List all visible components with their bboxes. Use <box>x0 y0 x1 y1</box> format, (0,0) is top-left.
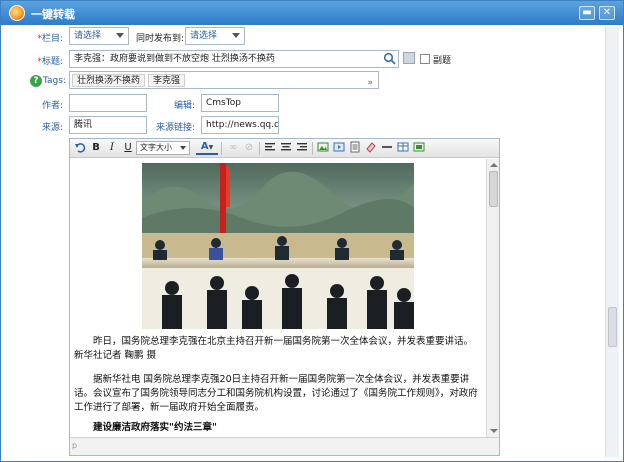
publish-to-select[interactable]: 请选择 <box>185 27 245 45</box>
element-path: p <box>72 441 78 450</box>
source-link-input-value: http://news.qq.com <box>206 120 279 130</box>
horizontal-rule-icon[interactable] <box>380 141 394 155</box>
undo-icon[interactable] <box>73 141 87 155</box>
subtitle-label: 副题 <box>433 56 452 66</box>
tag-chip[interactable]: 李克强 <box>148 74 186 87</box>
editor-input-value: CmsTop <box>206 98 241 108</box>
toolbar-divider <box>259 142 260 155</box>
bold-button[interactable]: B <box>89 141 103 155</box>
toolbar-divider <box>221 142 222 155</box>
source-label: 来源: <box>41 123 63 133</box>
font-size-select-value: 文字大小 <box>140 143 172 152</box>
title-bar[interactable]: 一键转载 ▬ ✕ <box>1 1 623 25</box>
author-label: 作者: <box>41 101 63 111</box>
italic-button[interactable]: I <box>105 141 119 155</box>
article-subheading: 建设廉洁政府落实"约法三章" <box>93 422 217 433</box>
font-size-select[interactable]: 文字大小 <box>136 141 190 155</box>
link-icon[interactable]: ∞ <box>226 141 240 155</box>
editor-content[interactable]: 昨日，国务院总理李克强在北京主持召开新一届国务院第一次全体会议，并发表重要讲话。… <box>70 159 486 437</box>
source-input[interactable]: 腾讯 <box>69 116 147 134</box>
title-label-text: 标题: <box>41 57 63 67</box>
chevron-down-icon <box>116 33 124 38</box>
search-icon[interactable] <box>383 52 396 65</box>
scroll-thumb[interactable] <box>489 171 498 207</box>
scroll-thumb[interactable] <box>608 307 617 347</box>
article-paragraph: 据新华社电 国务院总理李克强20日主持召开新一届国务院第一次全体会议，并发表重要… <box>74 374 478 413</box>
window-title: 一键转载 <box>31 8 75 21</box>
article-photo <box>142 163 414 329</box>
source-code-icon[interactable] <box>412 141 426 155</box>
table-icon[interactable] <box>396 141 410 155</box>
toolbar-divider <box>312 142 313 155</box>
column-select[interactable]: 请选择 <box>69 27 129 45</box>
help-icon[interactable]: ? <box>30 75 42 87</box>
editor-toolbar: B I U 文字大小 A▼ ∞ ⊘ <box>70 139 499 158</box>
editor-scrollbar[interactable] <box>486 159 499 437</box>
column-select-value: 请选择 <box>74 31 102 41</box>
close-icon[interactable]: ✕ <box>599 6 615 20</box>
eraser-icon[interactable] <box>364 141 378 155</box>
publish-to-label: 同时发布到: <box>136 34 185 44</box>
chevron-down-icon <box>180 146 186 150</box>
source-link-label: 来源链接: <box>155 123 195 133</box>
color-swatch[interactable] <box>403 52 415 64</box>
expand-chevron-icon[interactable]: » <box>367 75 373 88</box>
source-input-value: 腾讯 <box>74 120 93 130</box>
title-label: *标题: <box>11 54 63 67</box>
media-icon[interactable] <box>332 141 346 155</box>
title-input-value: 李克强：政府要说到做到不放空炮 壮烈换汤不换药 <box>74 54 275 64</box>
align-right-icon[interactable] <box>295 141 309 155</box>
scroll-up-icon[interactable] <box>490 163 498 167</box>
author-input[interactable] <box>69 94 147 112</box>
tags-label: Tags: <box>43 76 66 86</box>
underline-button[interactable]: U <box>121 141 135 155</box>
app-logo-icon <box>9 5 25 21</box>
chevron-down-icon <box>232 33 240 38</box>
source-link-input[interactable]: http://news.qq.com <box>201 116 279 134</box>
photo-caption: 昨日，国务院总理李克强在北京主持召开新一届国务院第一次全体会议，并发表重要讲话。… <box>74 336 474 361</box>
repost-dialog: 一键转载 ▬ ✕ *栏目: 请选择 同时发布到: 请选择 *标题: 李克强：政府… <box>0 0 624 462</box>
minimize-icon[interactable]: ▬ <box>579 6 595 20</box>
dialog-scrollbar[interactable] <box>605 27 619 457</box>
column-label-text: 栏目: <box>41 34 63 44</box>
editor-input[interactable]: CmsTop <box>201 94 279 112</box>
rich-text-editor: B I U 文字大小 A▼ ∞ ⊘ 昨日，国务院总理李克强在北京主持召开新一届国… <box>69 138 500 456</box>
column-label: *栏目: <box>11 31 63 44</box>
document-icon[interactable] <box>348 141 362 155</box>
subtitle-checkbox[interactable] <box>420 54 430 64</box>
align-center-icon[interactable] <box>279 141 293 155</box>
editor-statusbar: p <box>70 437 499 455</box>
title-input[interactable]: 李克强：政府要说到做到不放空炮 壮烈换汤不换药 <box>69 50 399 68</box>
image-icon[interactable] <box>316 141 330 155</box>
tag-chip[interactable]: 壮烈换汤不换药 <box>72 74 146 87</box>
publish-to-select-value: 请选择 <box>190 31 218 41</box>
font-color-button[interactable]: A▼ <box>196 141 218 155</box>
unlink-icon[interactable]: ⊘ <box>242 141 256 155</box>
align-left-icon[interactable] <box>263 141 277 155</box>
scroll-down-icon[interactable] <box>490 429 498 433</box>
tags-input[interactable]: 壮烈换汤不换药 李克强 » <box>69 71 379 89</box>
font-color-label: A <box>200 141 209 152</box>
editor-label: 编辑: <box>173 101 195 111</box>
